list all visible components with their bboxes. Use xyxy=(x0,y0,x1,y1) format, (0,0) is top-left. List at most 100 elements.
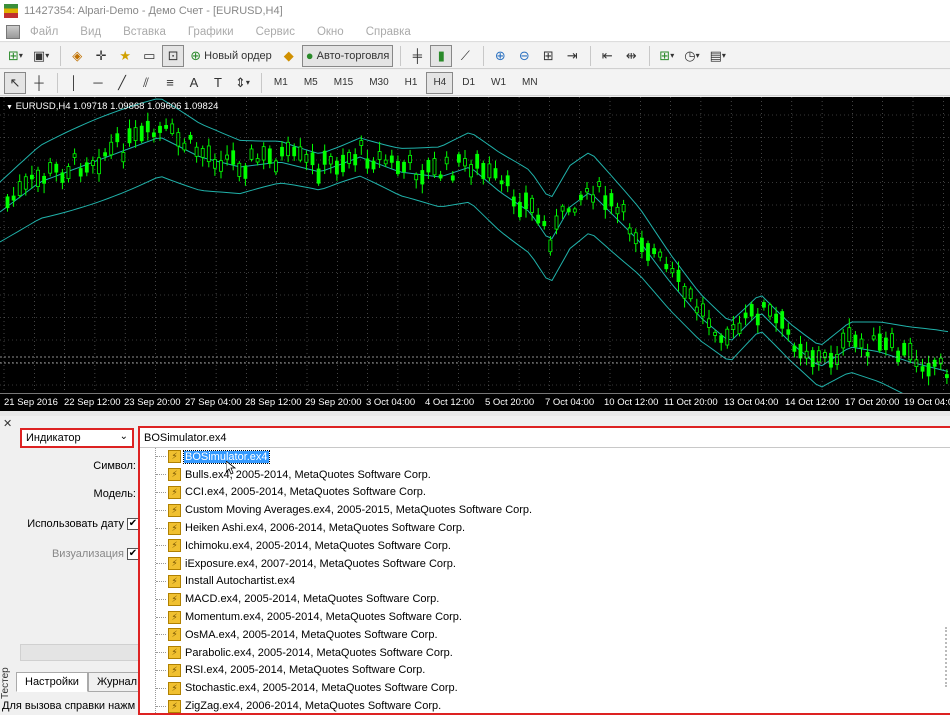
indicator-file-icon: ⚡ xyxy=(168,468,181,482)
tree-branch xyxy=(156,705,166,707)
candle-body xyxy=(219,160,223,172)
symbol-label: Символ: xyxy=(93,460,136,472)
auto-trading-button[interactable]: ● Авто-торговля xyxy=(301,44,394,67)
timeframe-d1[interactable]: D1 xyxy=(455,72,482,94)
tree-branch xyxy=(156,563,166,565)
new-order-button[interactable]: ⊕ Новый ордер xyxy=(186,45,276,67)
indicator-list-item[interactable]: ⚡ iExposure.ex4, 2007-2014, MetaQuotes So… xyxy=(156,555,457,573)
data-window-button[interactable]: ✛ xyxy=(90,45,112,67)
indicator-list-item[interactable]: ⚡ CCI.ex4, 2005-2014, MetaQuotes Software… xyxy=(156,484,427,502)
horizontal-line-button[interactable]: ─ xyxy=(87,72,109,94)
new-chart-button[interactable]: ⊞ ▾ xyxy=(4,45,27,67)
candle-body xyxy=(5,196,10,209)
fibonacci-button[interactable]: ≡ xyxy=(159,72,181,94)
indicators-button[interactable]: ⊞ ▾ xyxy=(655,45,678,67)
candle-body xyxy=(676,269,681,283)
profiles-button[interactable]: ▣ ▾ xyxy=(29,45,53,67)
expert-combobox-value[interactable]: BOSimulator.ex4 xyxy=(140,428,950,448)
candle-body xyxy=(524,192,528,210)
shift-end-button[interactable]: ⇹ xyxy=(620,45,642,67)
candle-body xyxy=(280,146,284,157)
indicator-list-item[interactable]: ⚡ Install Autochartist.ex4 xyxy=(156,573,296,591)
candle-body xyxy=(341,154,345,173)
time-label: 23 Sep 20:00 xyxy=(124,397,181,408)
candle-body xyxy=(701,303,705,317)
candle-body xyxy=(768,304,772,317)
indicator-list-item[interactable]: ⚡ MACD.ex4, 2005-2014, MetaQuotes Softwar… xyxy=(156,590,440,608)
navigator-button[interactable]: ★ xyxy=(114,45,136,67)
timeframe-mn[interactable]: MN xyxy=(515,72,545,94)
candle-body xyxy=(902,342,907,356)
menu-charts[interactable]: Графики xyxy=(188,26,234,38)
tile-windows-button[interactable]: ⊞ xyxy=(537,45,559,67)
price-chart[interactable]: ▼ EURUSD,H4 1.09718 1.09868 1.09606 1.09… xyxy=(0,97,950,393)
text-label-button[interactable]: T xyxy=(207,72,229,94)
model-label: Модель: xyxy=(93,488,136,500)
tab-settings[interactable]: Настройки xyxy=(16,672,88,692)
indicator-list-item[interactable]: ⚡ RSI.ex4, 2005-2014, MetaQuotes Software… xyxy=(156,662,426,680)
menu-window[interactable]: Окно xyxy=(317,26,344,38)
candlestick-button[interactable]: ▮ xyxy=(430,44,453,67)
autoscroll-button[interactable]: ⇥ xyxy=(561,45,583,67)
candle-body xyxy=(456,154,461,163)
vertical-line-button[interactable]: │ xyxy=(63,72,85,94)
menu-view[interactable]: Вид xyxy=(80,26,101,38)
text-button[interactable]: A xyxy=(183,72,205,94)
metaeditor-button[interactable]: ◆ xyxy=(278,45,300,67)
candle-body xyxy=(231,150,236,165)
candle-body xyxy=(664,263,669,270)
indicator-list-item[interactable]: ⚡ Bulls.ex4, 2005-2014, MetaQuotes Softwa… xyxy=(156,466,432,484)
channel-button[interactable]: ⫽ xyxy=(135,72,157,94)
cursor-button[interactable]: ↖ xyxy=(4,71,26,94)
trendline-button[interactable]: ╱ xyxy=(111,72,133,94)
timeframe-m15[interactable]: M15 xyxy=(327,72,360,94)
tester-type-select[interactable]: Индикатор ⌄ xyxy=(20,428,134,448)
candle-body xyxy=(762,302,766,308)
indicator-list-item[interactable]: ⚡ Stochastic.ex4, 2005-2014, MetaQuotes S… xyxy=(156,679,459,697)
close-icon[interactable]: ✕ xyxy=(3,417,12,430)
separator xyxy=(483,45,485,66)
timeframe-h1[interactable]: H1 xyxy=(398,72,425,94)
settings-field[interactable] xyxy=(20,644,140,661)
menu-insert[interactable]: Вставка xyxy=(123,26,166,38)
crosshair-button[interactable]: ┼ xyxy=(28,72,50,94)
candle-body xyxy=(72,153,77,158)
indicator-list-item[interactable]: ⚡ Custom Moving Averages.ex4, 2005-2015, … xyxy=(156,501,533,519)
indicator-list-item[interactable]: ⚡ BOSimulator.ex4 xyxy=(156,448,270,466)
indicator-file-icon: ⚡ xyxy=(168,521,181,535)
menu-file[interactable]: Файл xyxy=(30,26,58,38)
zoom-out-button[interactable]: ⊖ xyxy=(513,45,535,67)
indicator-list-item[interactable]: ⚡ ZigZag.ex4, 2006-2014, MetaQuotes Softw… xyxy=(156,697,442,713)
scrollbar[interactable] xyxy=(945,627,948,687)
timeframe-m5[interactable]: M5 xyxy=(297,72,325,94)
indicator-list-item[interactable]: ⚡ OsMA.ex4, 2005-2014, MetaQuotes Softwar… xyxy=(156,626,439,644)
expert-combobox[interactable]: BOSimulator.ex4 ⚡ BOSimulator.ex4 ⚡ Bulls.e… xyxy=(138,426,950,715)
indicator-name: iExposure.ex4, 2007-2014, MetaQuotes Sof… xyxy=(185,557,456,570)
tester-icon: ⊡ xyxy=(167,48,179,63)
window-menu-icon[interactable] xyxy=(6,24,20,39)
line-chart-button[interactable]: ⟋ xyxy=(454,45,476,67)
candle-body xyxy=(865,352,870,357)
timeframe-m1[interactable]: M1 xyxy=(267,72,295,94)
timeframe-w1[interactable]: W1 xyxy=(484,72,513,94)
zoom-in-button[interactable]: ⊕ xyxy=(489,45,511,67)
indicator-list-item[interactable]: ⚡ Heiken Ashi.ex4, 2006-2014, MetaQuotes … xyxy=(156,519,466,537)
templates-button[interactable]: ▤ ▾ xyxy=(706,45,730,67)
indicator-list-item[interactable]: ⚡ Ichimoku.ex4, 2005-2014, MetaQuotes Sof… xyxy=(156,537,452,555)
timeframe-h4[interactable]: H4 xyxy=(426,71,454,94)
menu-help[interactable]: Справка xyxy=(366,26,411,38)
menu-tools[interactable]: Сервис xyxy=(256,26,295,38)
timeframe-m30[interactable]: M30 xyxy=(362,72,395,94)
indicator-list-item[interactable]: ⚡ Momentum.ex4, 2005-2014, MetaQuotes Sof… xyxy=(156,608,463,626)
arrows-button[interactable]: ⇕ ▾ xyxy=(231,72,254,94)
periods-button[interactable]: ◷ ▾ xyxy=(680,45,703,67)
candle-body xyxy=(731,324,736,330)
tester-button[interactable]: ⊡ xyxy=(162,44,185,67)
market-watch-button[interactable]: ◈ xyxy=(66,45,88,67)
indicator-list-item[interactable]: ⚡ Parabolic.ex4, 2005-2014, MetaQuotes So… xyxy=(156,644,454,662)
candle-body xyxy=(670,268,675,274)
bar-chart-button[interactable]: ╪ xyxy=(406,45,428,67)
terminal-icon: ▭ xyxy=(143,48,156,63)
terminal-button[interactable]: ▭ xyxy=(138,45,160,67)
chart-shift-button[interactable]: ⇤ xyxy=(596,45,618,67)
